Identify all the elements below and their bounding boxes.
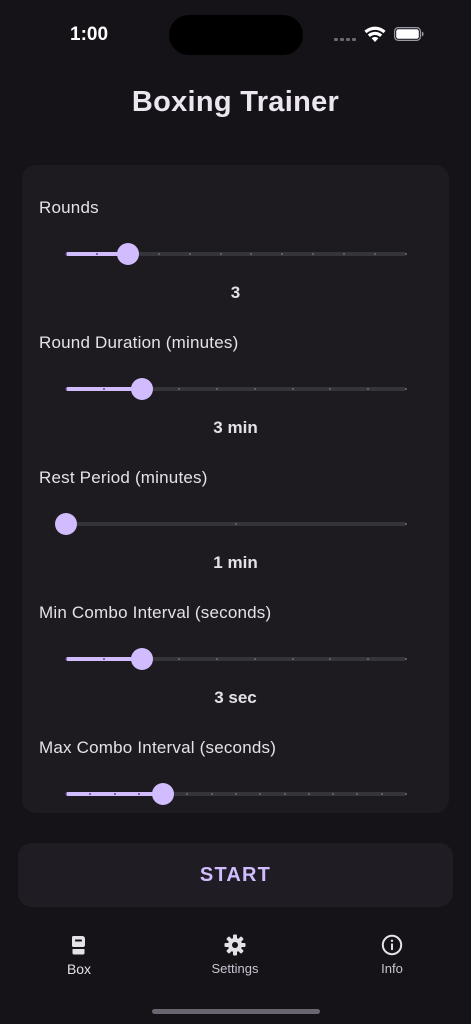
- slider-tick: [253, 388, 256, 390]
- slider-thumb[interactable]: [152, 783, 175, 805]
- rounds-slider[interactable]: [62, 241, 408, 267]
- wifi-icon: [364, 26, 386, 42]
- slider-thumb[interactable]: [130, 378, 153, 400]
- slider-tick: [380, 793, 383, 795]
- setting-label: Min Combo Interval (seconds): [39, 603, 272, 622]
- status-time: 1:00: [70, 24, 109, 45]
- setting-label: Rest Period (minutes): [39, 468, 208, 487]
- nav-item-settings[interactable]: Settings: [190, 933, 280, 976]
- rest-period-slider[interactable]: [55, 511, 408, 537]
- nav-item-info[interactable]: Info: [347, 933, 437, 976]
- slider-tick: [102, 388, 105, 390]
- slider-tick: [65, 253, 67, 255]
- home-indicator: [152, 1009, 320, 1014]
- setting-label: Round Duration (minutes): [39, 333, 239, 352]
- slider-tick: [65, 658, 67, 660]
- slider-tick: [405, 658, 407, 660]
- start-button[interactable]: START: [18, 843, 453, 907]
- slider-tick: [157, 253, 160, 255]
- setting-label: Max Combo Interval (seconds): [39, 738, 277, 757]
- min-combo-interval-slider[interactable]: [62, 646, 408, 672]
- round-duration-slider[interactable]: [62, 376, 408, 402]
- slider-tick: [253, 658, 256, 660]
- gear-icon: [224, 934, 246, 956]
- slider-tick: [235, 523, 237, 525]
- slider-tick: [65, 388, 67, 390]
- settings-card: Rounds 3 Round Duration (minutes) 3 min …: [22, 165, 449, 813]
- setting-max-combo-interval: Max Combo Interval (seconds): [22, 705, 449, 813]
- cellular-signal-icon: [334, 38, 356, 41]
- slider-tick: [405, 388, 407, 390]
- setting-round-duration: Round Duration (minutes) 3 min: [22, 300, 449, 437]
- slider-tick: [113, 793, 116, 795]
- slider-tick: [405, 253, 407, 255]
- slider-tick: [210, 793, 213, 795]
- slider-tick: [291, 658, 294, 660]
- slider-tick: [405, 523, 407, 525]
- setting-label: Rounds: [39, 198, 99, 217]
- slider-thumb[interactable]: [130, 648, 153, 670]
- slider-tick: [95, 253, 98, 255]
- slider-tick: [65, 793, 67, 795]
- slider-tick: [291, 388, 294, 390]
- boxing-glove-icon: [72, 936, 85, 955]
- slider-tick: [102, 658, 105, 660]
- nav-label: Settings: [211, 961, 259, 976]
- setting-rest-period: Rest Period (minutes) 1 min: [22, 435, 449, 572]
- slider-tick: [283, 793, 286, 795]
- nav-label: Info: [381, 961, 403, 976]
- slider-tick: [405, 793, 407, 795]
- slider-thumb[interactable]: [55, 513, 77, 535]
- setting-min-combo-interval: Min Combo Interval (seconds) 3 sec: [22, 570, 449, 707]
- slider-tick: [307, 793, 310, 795]
- nav-label: Box: [66, 961, 92, 977]
- slider-thumb[interactable]: [116, 243, 139, 265]
- max-combo-interval-slider[interactable]: [62, 781, 408, 807]
- dynamic-island: [169, 15, 303, 55]
- battery-icon: [394, 27, 424, 41]
- setting-rounds: Rounds 3: [22, 165, 449, 302]
- slider-tick: [188, 253, 191, 255]
- page-title: Boxing Trainer: [131, 86, 340, 118]
- info-icon: [381, 934, 403, 956]
- slider-tick: [137, 793, 140, 795]
- slider-tick: [219, 253, 222, 255]
- nav-item-box[interactable]: Box: [34, 933, 124, 977]
- slider-tick: [235, 793, 237, 795]
